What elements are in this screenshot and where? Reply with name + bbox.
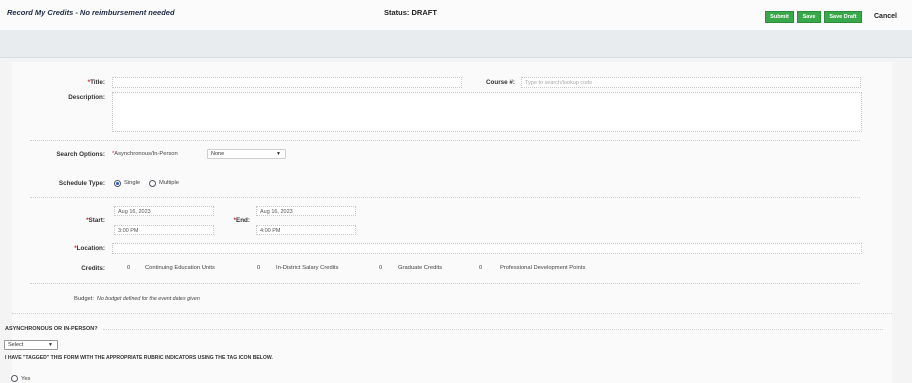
save-draft-button[interactable]: Save Draft [824,11,862,23]
tag-statement: I HAVE "TAGGED" THIS FORM WITH THE APPRO… [5,355,273,361]
status-label: Status: DRAFT [384,8,437,17]
title-label: *Title: [87,79,105,86]
save-button[interactable]: Save [797,11,821,23]
schedule-multiple-label: Multiple [159,180,179,186]
yes-label: Yes [21,376,31,382]
credit-label: Continuing Education Units [145,265,215,271]
search-options-label: Search Options: [56,151,105,158]
end-time-input[interactable]: 4:00 PM [256,225,356,235]
schedule-multiple-radio[interactable] [149,180,156,187]
budget-label: Budget: [74,296,94,302]
section-divider-2 [30,197,860,198]
credit-value: 0 [257,265,261,271]
search-options-select[interactable]: None [207,149,286,159]
credit-value: 0 [379,265,383,271]
start-date-input[interactable]: Aug 16, 2023 [114,206,214,216]
async-field-label: *Asynchronous/In-Person [112,151,178,157]
end-date-input[interactable]: Aug 16, 2023 [256,206,356,216]
section-divider [30,140,860,141]
question-rule [103,329,883,330]
section-divider-3 [30,283,860,284]
credit-value: 0 [127,265,131,271]
chevron-down-icon: ▼ [48,342,53,348]
header-band [0,30,912,58]
async-question: ASYNCHRONOUS OR IN-PERSON? [5,326,98,332]
location-input[interactable] [112,243,862,254]
top-bar: Record My Credits - No reimbursement nee… [0,0,912,30]
yes-radio[interactable] [11,375,18,382]
schedule-single-label: Single [124,180,141,186]
schedule-type-label: Schedule Type: [58,180,105,187]
header-divider [0,57,912,58]
start-time-input[interactable]: 3:00 PM [114,225,214,235]
credits-label: Credits: [81,265,105,272]
chevron-down-icon: ▼ [276,151,281,157]
section-divider-4 [12,313,892,314]
schedule-single-radio[interactable] [114,180,121,187]
location-label: *Location: [74,245,105,252]
end-label: *End: [233,217,250,224]
description-textarea[interactable] [112,92,862,132]
description-label: Description: [68,94,105,101]
title-input[interactable] [112,77,462,88]
credit-label: In-District Salary Credits [276,265,339,271]
cancel-button[interactable]: Cancel [874,11,897,23]
credit-label: Graduate Credits [398,265,443,271]
credit-value: 0 [479,265,483,271]
submit-button[interactable]: Submit [765,11,794,23]
budget-text: No budget defined for the event dates gi… [97,296,200,302]
form-title: Record My Credits - No reimbursement nee… [7,8,175,17]
start-label: *Start: [86,217,105,224]
credit-label: Professional Development Points [500,265,586,271]
course-input[interactable]: Type to search/lookup code [521,77,861,88]
course-label: Course #: [485,79,515,86]
